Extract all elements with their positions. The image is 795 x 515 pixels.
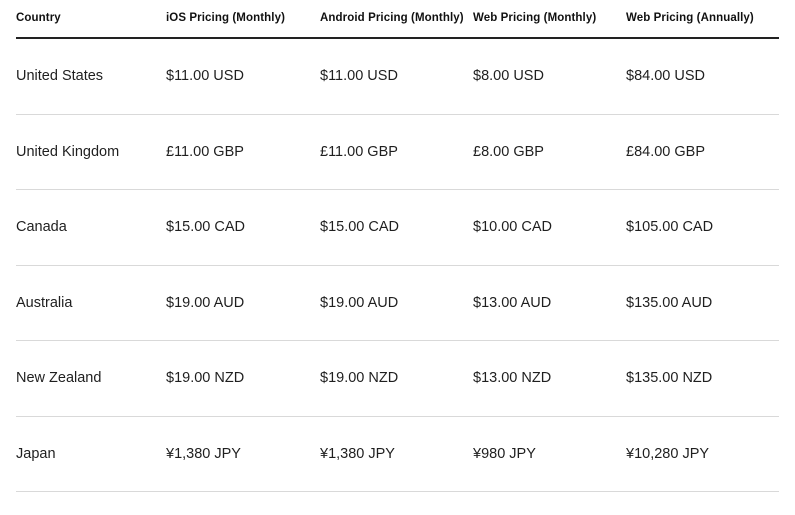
cell-web-annually: $84.00 USD [626,38,779,115]
cell-web-annually: £84.00 GBP [626,114,779,190]
cell-web-monthly: $13.00 AUD [473,265,626,341]
table-header-row: Country iOS Pricing (Monthly) Android Pr… [16,0,779,38]
cell-country: Australia [16,265,166,341]
cell-country: United Kingdom [16,114,166,190]
cell-web-monthly: £8.00 GBP [473,114,626,190]
cell-android-monthly: ¥1,380 JPY [320,416,473,492]
column-header-web-monthly: Web Pricing (Monthly) [473,12,597,24]
cell-country: United States [16,38,166,115]
column-header-ios-monthly: iOS Pricing (Monthly) [166,12,286,24]
column-header-country: Country [16,12,61,24]
cell-ios-monthly: $15.00 CAD [166,189,320,266]
cell-android-monthly: $19.00 AUD [320,265,473,341]
cell-web-monthly: ¥980 JPY [473,416,626,492]
cell-ios-monthly: $11.00 USD [166,38,320,115]
pricing-table-container: Country iOS Pricing (Monthly) Android Pr… [0,0,795,492]
cell-web-annually: ¥10,280 JPY [626,416,779,492]
cell-android-monthly: $19.00 NZD [320,340,473,417]
cell-android-monthly: £11.00 GBP [320,114,473,190]
table-row: Japan ¥1,380 JPY ¥1,380 JPY ¥980 JPY ¥10… [16,416,779,492]
table-row: United Kingdom £11.00 GBP £11.00 GBP £8.… [16,114,779,190]
column-header-android-monthly: Android Pricing (Monthly) [320,12,464,24]
cell-web-annually: $135.00 AUD [626,265,779,341]
cell-ios-monthly: $19.00 AUD [166,265,320,341]
table-body: United States $11.00 USD $11.00 USD $8.0… [16,38,779,492]
cell-ios-monthly: £11.00 GBP [166,114,320,190]
pricing-table: Country iOS Pricing (Monthly) Android Pr… [16,0,779,492]
cell-web-monthly: $8.00 USD [473,38,626,115]
table-row: United States $11.00 USD $11.00 USD $8.0… [16,38,779,115]
cell-web-monthly: $10.00 CAD [473,189,626,266]
cell-web-annually: $135.00 NZD [626,340,779,417]
column-header-web-annually: Web Pricing (Annually) [626,12,754,24]
cell-country: Canada [16,189,166,266]
table-row: Canada $15.00 CAD $15.00 CAD $10.00 CAD … [16,189,779,266]
cell-country: New Zealand [16,340,166,417]
cell-country: Japan [16,416,166,492]
cell-android-monthly: $15.00 CAD [320,189,473,266]
cell-web-monthly: $13.00 NZD [473,340,626,417]
table-header: Country iOS Pricing (Monthly) Android Pr… [16,0,779,38]
cell-ios-monthly: $19.00 NZD [166,340,320,417]
cell-android-monthly: $11.00 USD [320,38,473,115]
cell-web-annually: $105.00 CAD [626,189,779,266]
table-row: Australia $19.00 AUD $19.00 AUD $13.00 A… [16,265,779,341]
cell-ios-monthly: ¥1,380 JPY [166,416,320,492]
table-row: New Zealand $19.00 NZD $19.00 NZD $13.00… [16,340,779,417]
